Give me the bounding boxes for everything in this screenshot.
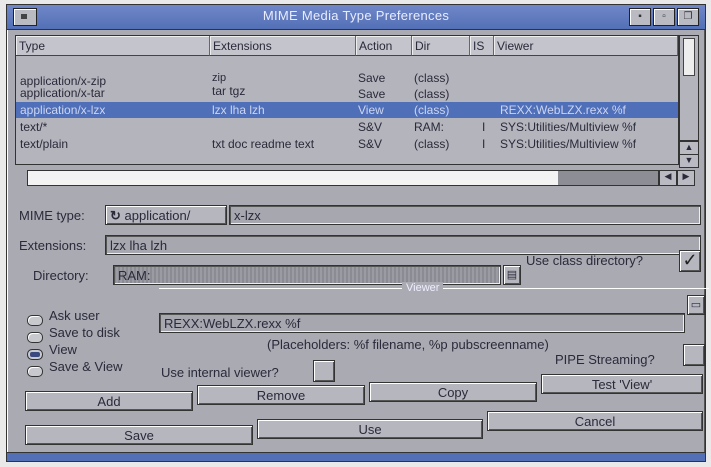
cell-action: View (358, 103, 384, 117)
pipe-streaming-label: PIPE Streaming? (555, 352, 655, 367)
list-item[interactable]: text/* S&V RAM: I SYS:Utilities/Multivie… (16, 119, 678, 135)
viewer-command-field[interactable]: REXX:WebLZX.rexx %f (159, 313, 685, 333)
mime-class-cycle[interactable]: ↻ application/ (105, 205, 227, 225)
cell-ext: lzx lha lzh (212, 103, 265, 117)
mime-prefs-window: MIME Media Type Preferences ▪ ▫ ❐ Type E… (6, 4, 709, 462)
window-bottom-border (7, 452, 705, 461)
col-header-extensions[interactable]: Extensions (210, 36, 356, 56)
col-header-dir[interactable]: Dir (412, 36, 470, 56)
cell-viewer: REXX:WebLZX.rexx %f (500, 103, 626, 117)
cell-type: application/x-tar (20, 86, 105, 100)
cell-action: Save (358, 87, 386, 101)
cell-ext: tar tgz (212, 84, 246, 98)
list-horizontal-scrollbar[interactable] (27, 170, 659, 186)
cell-is: I (482, 120, 486, 134)
internal-viewer-label: Use internal viewer? (161, 365, 279, 380)
vertical-scroll-thumb[interactable] (683, 38, 695, 76)
use-class-dir-label: Use class directory? (526, 253, 644, 268)
cell-viewer: SYS:Utilities/Multiview %f (500, 120, 637, 134)
radio-save-and-view-label: Save & View (49, 359, 123, 374)
list-item[interactable]: text/plain txt doc readme text S&V (clas… (16, 136, 678, 152)
cell-action: S&V (358, 120, 383, 134)
cell-action: Save (358, 71, 386, 85)
cell-is: I (482, 137, 486, 151)
cell-dir: RAM: (414, 120, 444, 134)
save-button[interactable]: Save (25, 425, 253, 445)
drawer-requester-icon[interactable]: ▤ (503, 265, 521, 285)
radio-save-to-disk[interactable] (27, 332, 43, 343)
cell-dir: (class) (414, 137, 450, 151)
pipe-streaming-checkbox[interactable] (683, 344, 705, 366)
copy-button[interactable]: Copy (369, 382, 537, 402)
zoom-gadget-icon[interactable]: ▫ (653, 8, 675, 26)
file-requester-icon[interactable]: ▭ (687, 295, 705, 315)
window-title: MIME Media Type Preferences (262, 8, 450, 23)
use-class-dir-checkbox[interactable]: ✓ (679, 250, 701, 272)
cell-viewer: SYS:Utilities/Multiview %f (500, 137, 637, 151)
title-bar[interactable]: MIME Media Type Preferences ▪ ▫ ❐ (7, 5, 705, 30)
cell-type: text/plain (20, 137, 69, 151)
cell-dir: (class) (414, 71, 450, 85)
radio-view-label: View (49, 342, 77, 357)
checkmark-icon: ✓ (682, 250, 698, 270)
mime-class-value: application/ (124, 208, 191, 223)
list-item-selected[interactable]: application/x-lzx lzx lha lzh View (clas… (16, 102, 678, 118)
radio-view[interactable] (27, 349, 43, 360)
radio-ask-user-label: Ask user (49, 308, 100, 323)
extensions-field[interactable]: lzx lha lzh (105, 235, 701, 255)
remove-button[interactable]: Remove (197, 385, 365, 405)
radio-ask-user[interactable] (27, 315, 43, 326)
mime-type-label: MIME type: (19, 208, 85, 223)
list-vertical-scrollbar[interactable] (679, 35, 699, 141)
cell-action: S&V (358, 137, 383, 151)
mime-type-list[interactable]: Type Extensions Action Dir IS Viewer app… (15, 35, 679, 165)
radio-save-to-disk-label: Save to disk (49, 325, 120, 340)
cell-dir: (class) (414, 103, 450, 117)
cell-ext: txt doc readme text (212, 137, 315, 151)
horizontal-scroll-thumb[interactable] (28, 171, 558, 185)
col-header-type[interactable]: Type (16, 36, 210, 56)
col-header-action[interactable]: Action (356, 36, 412, 56)
internal-viewer-checkbox[interactable] (313, 360, 335, 382)
add-button[interactable]: Add (25, 391, 193, 411)
list-item[interactable]: application/x-zip zip Save (class) (16, 71, 678, 89)
directory-label: Directory: (33, 268, 89, 283)
viewer-group-title: Viewer (402, 282, 444, 294)
radio-save-and-view[interactable] (27, 366, 43, 377)
mime-subtype-field[interactable]: x-lzx (229, 205, 701, 225)
scroll-right-arrow-icon[interactable]: ▶ (677, 170, 695, 186)
depth-gadget-icon[interactable]: ❐ (677, 8, 699, 26)
use-button[interactable]: Use (257, 419, 483, 439)
scroll-left-arrow-icon[interactable]: ◀ (659, 170, 677, 186)
placeholders-text: (Placeholders: %f filename, %p pubscreen… (267, 337, 549, 352)
cell-dir: (class) (414, 87, 450, 101)
cell-type: text/* (20, 120, 48, 134)
iconify-gadget-icon[interactable]: ▪ (629, 8, 651, 26)
test-view-button[interactable]: Test 'View' (541, 374, 703, 394)
cell-type: application/x-lzx (20, 103, 106, 117)
scroll-up-arrow-icon[interactable]: ▲ (679, 141, 699, 155)
extensions-label: Extensions: (19, 238, 87, 253)
cycle-icon: ↻ (110, 208, 121, 223)
col-header-viewer[interactable]: Viewer (494, 36, 678, 56)
scroll-down-arrow-icon[interactable]: ▼ (679, 154, 699, 168)
cancel-button[interactable]: Cancel (487, 411, 703, 431)
col-header-is[interactable]: IS (470, 36, 494, 56)
